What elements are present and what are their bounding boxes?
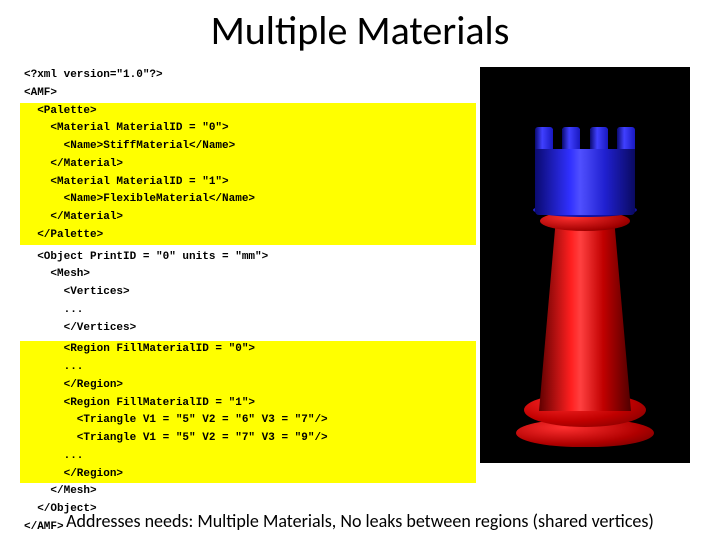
code-line-highlight: <Region FillMaterialID = "1">	[20, 395, 476, 413]
rook-render	[480, 67, 690, 463]
code-line-highlight: </Material>	[20, 156, 476, 174]
slide-title: Multiple Materials	[0, 0, 720, 55]
code-line-highlight: <Palette>	[20, 103, 476, 121]
crenel-gap	[608, 127, 618, 149]
code-line-highlight: <Material MaterialID = "1">	[20, 174, 476, 192]
crenel	[617, 127, 635, 149]
code-line-highlight: <Triangle V1 = "5" V2 = "6" V3 = "7"/>	[20, 412, 476, 430]
code-line: </Vertices>	[20, 320, 476, 338]
crenel-gap	[553, 127, 563, 149]
rook-body-red	[539, 223, 631, 411]
slide-content: <?xml version="1.0"?> <AMF> <Palette> <M…	[0, 55, 720, 537]
code-line: <Vertices>	[20, 284, 476, 302]
code-line-highlight: <Material MaterialID = "0">	[20, 120, 476, 138]
code-line: <?xml version="1.0"?>	[20, 67, 476, 85]
rook-crenellations	[535, 127, 635, 149]
code-line-highlight: <Triangle V1 = "5" V2 = "7" V3 = "9"/>	[20, 430, 476, 448]
code-line-highlight: ...	[20, 359, 476, 377]
code-line: </Mesh>	[20, 483, 476, 501]
code-line-highlight: </Material>	[20, 209, 476, 227]
crenel-gap	[580, 127, 590, 149]
crenel	[562, 127, 580, 149]
rook-top-blue	[535, 129, 635, 215]
code-line-highlight: </Palette>	[20, 227, 476, 245]
crenel	[590, 127, 608, 149]
code-line-highlight: <Name>StiffMaterial</Name>	[20, 138, 476, 156]
code-line: <AMF>	[20, 85, 476, 103]
code-line-highlight: </Region>	[20, 377, 476, 395]
code-line: <Object PrintID = "0" units = "mm">	[20, 249, 476, 267]
code-line: <Mesh>	[20, 266, 476, 284]
code-line-highlight: <Region FillMaterialID = "0">	[20, 341, 476, 359]
slide-footer: Addresses needs: Multiple Materials, No …	[0, 510, 720, 532]
code-line: ...	[20, 302, 476, 320]
xml-code-example: <?xml version="1.0"?> <AMF> <Palette> <M…	[20, 67, 476, 537]
crenel	[535, 127, 553, 149]
code-line-highlight: </Region>	[20, 466, 476, 484]
code-line-highlight: ...	[20, 448, 476, 466]
code-line-highlight: <Name>FlexibleMaterial</Name>	[20, 191, 476, 209]
